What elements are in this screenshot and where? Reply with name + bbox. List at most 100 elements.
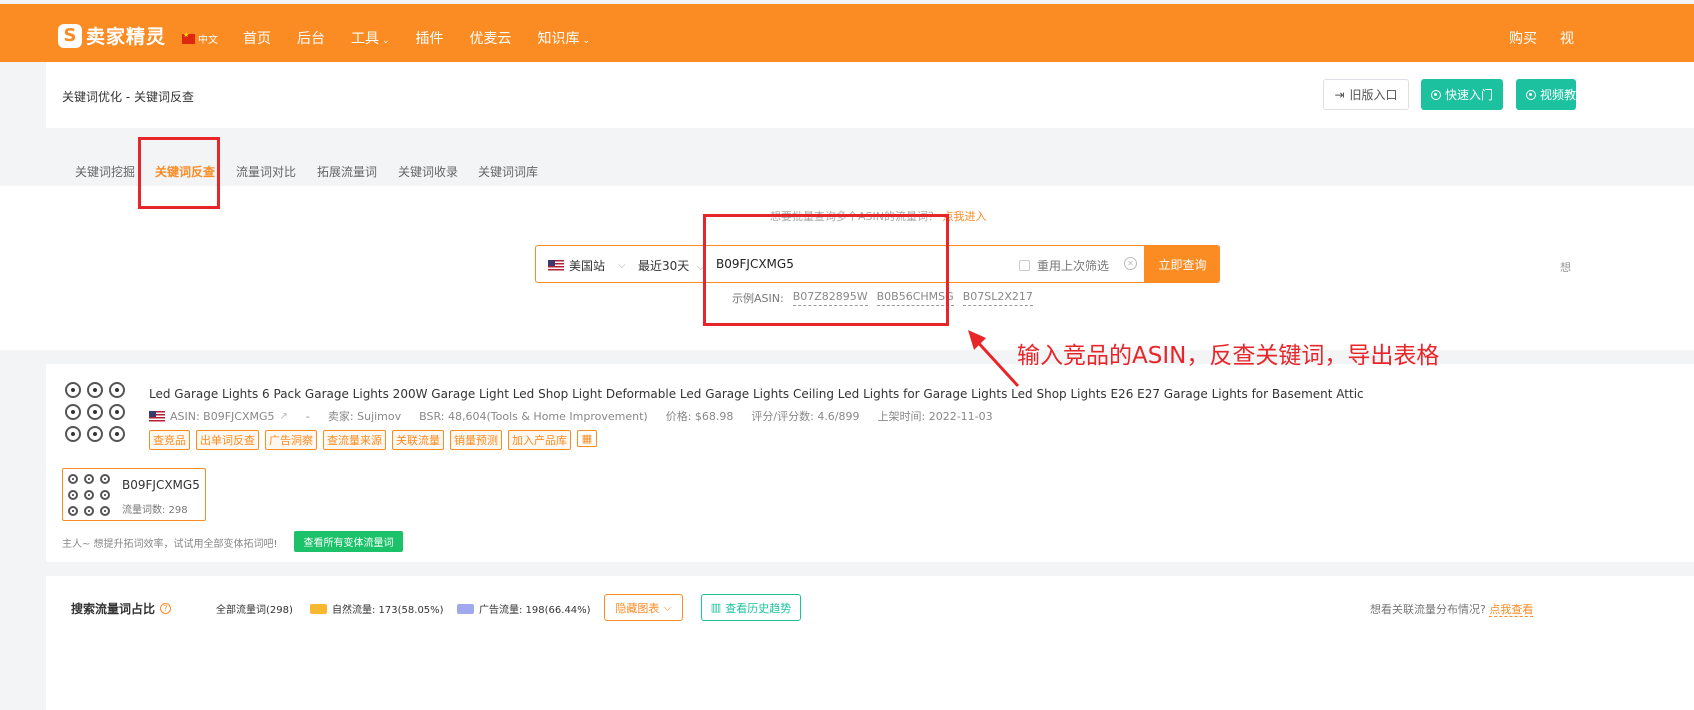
tool-tabs: 关键词挖掘 关键词反查 流量词对比 拓展流量词 关键词收录 关键词词库: [46, 128, 1694, 186]
history-trend-label: 查看历史趋势: [725, 601, 792, 615]
legend-natural[interactable]: 自然流量: 173(58.05%): [310, 601, 444, 616]
video-tutorial-label: 视频教: [1540, 88, 1577, 102]
tab-keyword-library[interactable]: 关键词词库: [478, 163, 538, 180]
product-actions: 查竞品 出单词反查 广告洞察 查流量来源 关联流量 销量预测 加入产品库 ▦: [149, 430, 597, 450]
history-trend-button[interactable]: ▥ 查看历史趋势: [701, 594, 801, 621]
view-all-variants-button[interactable]: 查看所有变体流量词: [294, 531, 403, 552]
nav-label: 后台: [297, 31, 325, 47]
tab-keyword-reverse[interactable]: 关键词反查: [155, 163, 215, 180]
edge-text: 想: [1560, 261, 1571, 274]
nav-item-tools[interactable]: 工具 ⌄: [351, 28, 390, 48]
product-price: 价格: $68.98: [665, 410, 734, 423]
brand-name: 卖家精灵: [86, 26, 167, 48]
ads-label: 广告流量: 198(66.44%): [479, 605, 591, 616]
batch-prompt-text: 想要批量查询多个ASIN的流量词？: [770, 210, 939, 223]
nav-item-youmaiyun[interactable]: 优麦云: [470, 28, 512, 48]
site-select[interactable]: 美国站 ⌵: [548, 257, 626, 274]
play-circle-icon: [1526, 89, 1536, 100]
asin-input[interactable]: [716, 252, 996, 276]
tab-expand-traffic[interactable]: 拓展流量词: [317, 163, 377, 180]
product-bsr: BSR: 48,604(Tools & Home Improvement): [419, 409, 648, 423]
tag-order-keywords[interactable]: 出单词反查: [196, 430, 259, 450]
related-traffic-link[interactable]: 点我查看: [1489, 603, 1534, 617]
help-icon[interactable]: ?: [160, 603, 172, 614]
search-panel: 想要批量查询多个ASIN的流量词？ 点我进入 美国站 ⌵ 最近30天 ⌵ 重用上…: [0, 186, 1694, 350]
variant-card[interactable]: B09FJCXMG5 流量词数: 298: [62, 468, 206, 521]
language-label: 中文: [198, 35, 218, 46]
example-asins: 示例ASIN: B07Z82895W B0B56CHMSG B07SL2X217: [732, 290, 1033, 306]
product-asin: ASIN: B09FJCXMG5 ↗: [149, 410, 288, 423]
tag-sales-forecast[interactable]: 销量预测: [450, 430, 502, 450]
nav-label: 插件: [415, 31, 444, 47]
reuse-filter-checkbox[interactable]: 重用上次筛选: [1019, 257, 1109, 274]
batch-query-link[interactable]: 点我进入: [942, 210, 986, 223]
product-image[interactable]: [62, 379, 128, 445]
period-label: 最近30天: [638, 259, 690, 273]
language-switch[interactable]: 中文: [182, 31, 218, 46]
us-flag-icon: [149, 410, 165, 422]
exit-icon: ⇥: [1334, 87, 1345, 102]
tab-keyword-index[interactable]: 关键词收录: [398, 163, 458, 180]
calculator-icon[interactable]: ▦: [577, 430, 597, 447]
nav-item-home[interactable]: 首页: [243, 28, 271, 48]
hide-chart-button[interactable]: 隐藏图表 ⌵: [604, 594, 683, 621]
legend-ads[interactable]: 广告流量: 198(66.44%): [457, 601, 591, 616]
product-listed-date: 上架时间: 2022-11-03: [877, 410, 993, 423]
clear-icon[interactable]: ✕: [1124, 257, 1137, 270]
annotation-arrow-icon: [968, 330, 1020, 388]
chevron-down-icon: ⌄: [582, 36, 591, 46]
period-select[interactable]: 最近30天 ⌵: [638, 257, 705, 274]
stats-title: 搜索流量词占比 ?: [71, 600, 172, 617]
tag-related-traffic[interactable]: 关联流量: [392, 430, 444, 450]
tab-traffic-compare[interactable]: 流量词对比: [236, 163, 296, 180]
quick-start-button[interactable]: 快速入门: [1421, 79, 1503, 110]
example-asin-link[interactable]: B07Z82895W: [792, 290, 868, 306]
china-flag-icon: [182, 31, 195, 44]
traffic-stats: 搜索流量词占比 ? 全部流量词(298) 自然流量: 173(58.05%) 广…: [46, 576, 1694, 710]
tag-add-to-library[interactable]: 加入产品库: [508, 430, 571, 450]
tag-traffic-source[interactable]: 查流量来源: [323, 430, 386, 450]
product-title[interactable]: Led Garage Lights 6 Pack Garage Lights 2…: [149, 387, 1364, 401]
stats-title-text: 搜索流量词占比: [71, 602, 156, 616]
batch-query-prompt: 想要批量查询多个ASIN的流量词？ 点我进入: [770, 208, 986, 224]
annotation-text: 输入竞品的ASIN，反查关键词，导出表格: [1017, 343, 1440, 369]
top-navbar: S 卖家精灵 中文 首页 后台 工具⌄ 插件 优麦云 知识库⌄ 购买 视: [0, 4, 1694, 62]
product-rating: 评分/评分数: 4.6/899: [751, 410, 860, 423]
nav-label: 首页: [243, 31, 271, 47]
top-right-link[interactable]: 视: [1560, 28, 1574, 48]
tab-keyword-mining[interactable]: 关键词挖掘: [75, 163, 135, 180]
site-label: 美国站: [569, 259, 606, 273]
variant-asin: B09FJCXMG5: [122, 478, 200, 492]
page-header: 关键词优化 - 关键词反查 ⇥ 旧版入口 快速入门 视频教: [46, 62, 1694, 128]
video-tutorial-button[interactable]: 视频教: [1516, 79, 1576, 110]
nav-item-plugin[interactable]: 插件: [416, 28, 444, 48]
brand-logo[interactable]: S 卖家精灵: [58, 22, 166, 49]
product-seller: 卖家: Sujimov: [327, 410, 402, 423]
chevron-down-icon: ⌵: [697, 262, 705, 273]
all-keywords-count[interactable]: 全部流量词(298): [216, 601, 293, 616]
variant-hint: 主人~ 想提升拓词效率，试试用全部变体拓词吧!: [62, 539, 278, 550]
nav-label: 工具: [351, 31, 379, 47]
buy-link[interactable]: 购买: [1509, 28, 1537, 48]
meta-dash: -: [305, 409, 310, 423]
external-link-icon[interactable]: ↗: [280, 411, 288, 422]
tag-ad-insight[interactable]: 广告洞察: [265, 430, 317, 450]
related-prompt-text: 想看关联流量分布情况?: [1370, 603, 1486, 616]
examples-label: 示例ASIN:: [732, 292, 784, 305]
tag-competitors[interactable]: 查竞品: [149, 430, 190, 450]
related-traffic-prompt: 想看关联流量分布情况? 点我查看: [1370, 601, 1534, 617]
logo-icon: S: [58, 23, 82, 48]
us-flag-icon: [548, 260, 564, 271]
play-circle-icon: [1430, 89, 1441, 100]
nav-item-knowledge[interactable]: 知识库 ⌄: [538, 28, 591, 48]
nav-item-backend[interactable]: 后台: [297, 28, 325, 48]
hide-chart-label: 隐藏图表: [615, 601, 660, 615]
old-version-button[interactable]: ⇥ 旧版入口: [1323, 79, 1409, 110]
example-asin-link[interactable]: B07SL2X217: [962, 290, 1033, 306]
checkbox-icon: [1019, 260, 1030, 271]
query-button[interactable]: 立即查询: [1145, 245, 1220, 283]
quick-start-label: 快速入门: [1444, 88, 1493, 102]
natural-swatch: [310, 603, 327, 614]
ads-swatch: [457, 603, 474, 614]
example-asin-link[interactable]: B0B56CHMSG: [876, 290, 954, 306]
